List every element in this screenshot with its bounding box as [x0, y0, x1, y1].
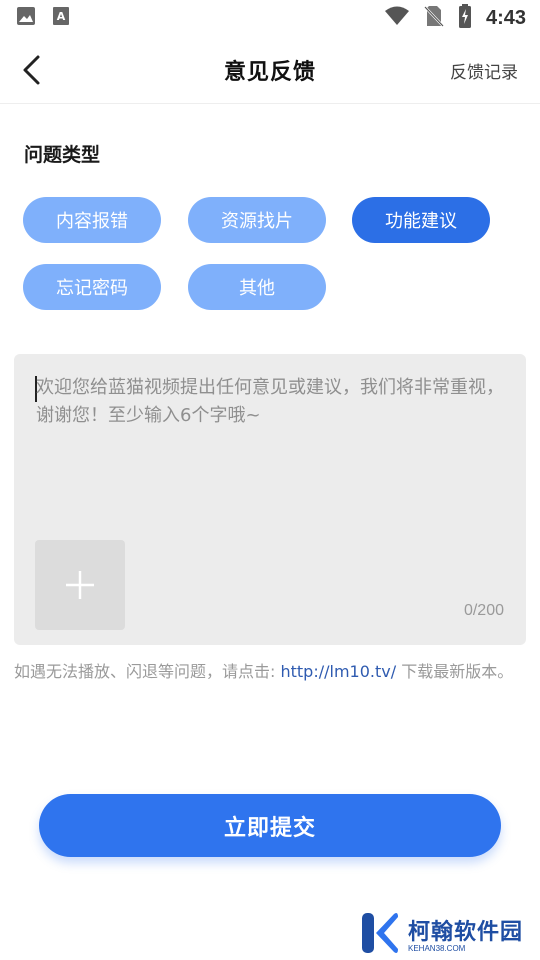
feedback-placeholder: 欢迎您给蓝猫视频提出任何意见或建议，我们将非常重视，谢谢您！至少输入6个字哦~	[36, 377, 504, 426]
no-sim-icon	[424, 5, 444, 31]
watermark-sub: KEHAN38.COM	[408, 943, 466, 953]
status-right: 4:43	[384, 4, 526, 32]
chip-find-resource[interactable]: 资源找片	[188, 197, 326, 243]
add-image-button[interactable]	[35, 540, 125, 630]
notice-text-before: 如遇无法播放、闪退等问题，请点击:	[14, 662, 281, 681]
chip-feature-suggestion[interactable]: 功能建议	[352, 197, 490, 243]
chip-other[interactable]: 其他	[188, 264, 326, 310]
chip-forgot-password[interactable]: 忘记密码	[23, 264, 161, 310]
status-time: 4:43	[485, 6, 526, 29]
page-title: 意见反馈	[223, 59, 316, 85]
feedback-history-link[interactable]: 反馈记录	[450, 58, 518, 83]
text-a-icon: A	[52, 6, 70, 30]
plus-icon	[66, 571, 94, 599]
image-icon	[16, 6, 36, 30]
chevron-left-icon	[23, 55, 40, 85]
wifi-icon	[384, 6, 410, 30]
k-logo-icon	[362, 913, 398, 953]
top-nav: 意见反馈 反馈记录	[0, 36, 540, 104]
notice-text-after: 下载最新版本。	[396, 662, 514, 681]
status-bar: A 4:43	[0, 0, 540, 36]
back-button[interactable]	[18, 54, 48, 86]
battery-charging-icon	[458, 4, 472, 32]
svg-text:A: A	[57, 10, 66, 23]
watermark-text: 柯翰软件园 KEHAN38.COM	[408, 914, 523, 953]
chip-content-error[interactable]: 内容报错	[23, 197, 161, 243]
help-notice: 如遇无法播放、闪退等问题，请点击: http://lm10.tv/ 下载最新版本…	[14, 660, 526, 684]
watermark-logo: 柯翰软件园 KEHAN38.COM	[360, 910, 530, 956]
submit-button[interactable]: 立即提交	[39, 794, 501, 857]
watermark-main: 柯翰软件园	[408, 919, 524, 945]
download-link[interactable]: http://lm10.tv/	[280, 662, 396, 681]
feedback-textarea[interactable]: 欢迎您给蓝猫视频提出任何意见或建议，我们将非常重视，谢谢您！至少输入6个字哦~ …	[14, 354, 526, 645]
issue-type-heading: 问题类型	[24, 144, 101, 166]
status-left: A	[16, 6, 70, 30]
char-counter: 0/200	[463, 602, 504, 619]
